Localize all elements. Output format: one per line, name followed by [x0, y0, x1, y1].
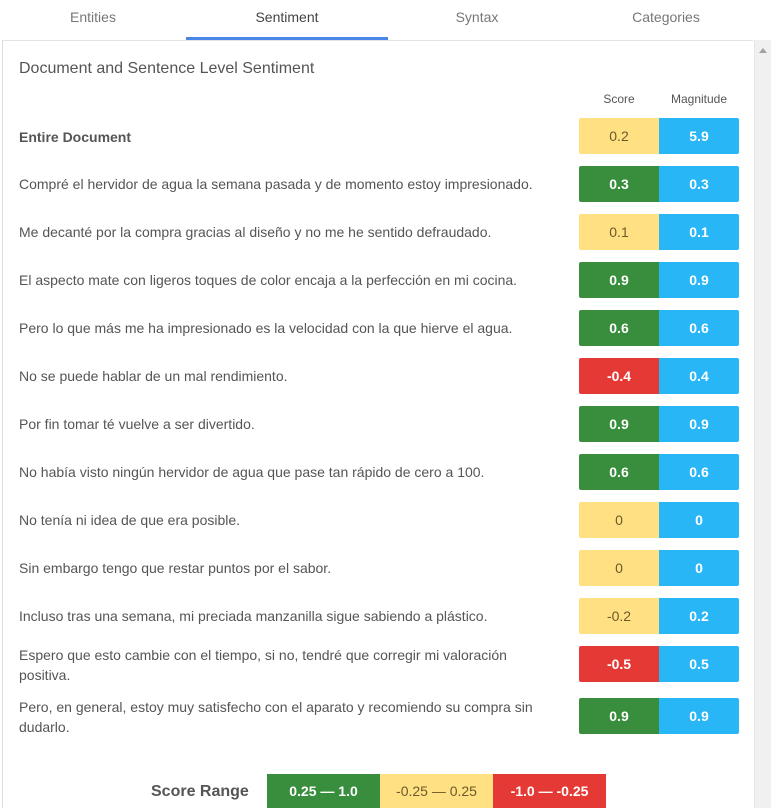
sentiment-panel: Document and Sentence Level Sentiment Sc…: [2, 40, 753, 808]
sentence-magnitude: 0: [659, 502, 739, 538]
sentence-magnitude: 0.9: [659, 262, 739, 298]
sentence-text: Incluso tras una semana, mi preciada man…: [19, 608, 488, 624]
tab-sentiment[interactable]: Sentiment: [186, 0, 388, 40]
sentence-values: 0.6 0.6: [579, 454, 739, 490]
sentence-values: 0.9 0.9: [579, 406, 739, 442]
sentence-magnitude: 0.9: [659, 406, 739, 442]
panel-title: Document and Sentence Level Sentiment: [19, 60, 315, 77]
legend-neutral: -0.25 — 0.25: [380, 774, 493, 808]
sentence-score: 0.1: [579, 214, 659, 250]
sentence-values: 0.1 0.1: [579, 214, 739, 250]
sentence-score: 0.9: [579, 262, 659, 298]
document-label: Entire Document: [19, 129, 132, 145]
sentence-text: No tenía ni idea de que era posible.: [19, 512, 241, 528]
vertical-scrollbar[interactable]: [754, 40, 771, 808]
sentence-text: Me decanté por la compra gracias al dise…: [19, 224, 492, 240]
sentence-text: Pero lo que más me ha impresionado es la…: [19, 320, 513, 336]
tab-syntax[interactable]: Syntax: [388, 0, 566, 40]
sentence-values: 0.9 0.9: [579, 262, 739, 298]
sentence-magnitude: 0.9: [659, 698, 739, 734]
sentence-magnitude: 0.6: [659, 454, 739, 490]
score-column-header: Score: [603, 92, 635, 106]
sentence-values: 0.3 0.3: [579, 166, 739, 202]
sentence-values: 0.6 0.6: [579, 310, 739, 346]
sentence-magnitude: 0.6: [659, 310, 739, 346]
sentence-score: 0.9: [579, 698, 659, 734]
sentence-text: No había visto ningún hervidor de agua q…: [19, 464, 485, 480]
score-range-legend: Score Range 0.25 — 1.0 -0.25 — 0.25 -1.0…: [3, 773, 753, 808]
sentence-values: -0.5 0.5: [579, 646, 739, 682]
sentence-values: 00: [579, 502, 739, 538]
tab-entities[interactable]: Entities: [0, 0, 186, 40]
sentence-score: 0: [579, 502, 659, 538]
scroll-up-arrow-icon[interactable]: [759, 48, 767, 53]
document-values: 0.2 5.9: [579, 118, 739, 154]
sentence-magnitude: 0: [659, 550, 739, 586]
sentence-magnitude: 0.1: [659, 214, 739, 250]
score-range-label: Score Range: [151, 783, 249, 800]
sentence-score: 0.3: [579, 166, 659, 202]
sentence-score: 0.6: [579, 454, 659, 490]
sentence-magnitude: 0.5: [659, 646, 739, 682]
sentence-score: -0.2: [579, 598, 659, 634]
sentence-text: No se puede hablar de un mal rendimiento…: [19, 368, 288, 384]
sentence-text: Espero que esto cambie con el tiempo, si…: [19, 647, 507, 683]
sentence-score: 0: [579, 550, 659, 586]
sentence-score: -0.4: [579, 358, 659, 394]
sentence-score: -0.5: [579, 646, 659, 682]
sentence-magnitude: 0.3: [659, 166, 739, 202]
legend-negative: -1.0 — -0.25: [493, 774, 606, 808]
sentence-values: -0.2 0.2: [579, 598, 739, 634]
document-score: 0.2: [579, 118, 659, 154]
legend-positive: 0.25 — 1.0: [267, 774, 380, 808]
tab-categories[interactable]: Categories: [566, 0, 766, 40]
sentence-text: Compré el hervidor de agua la semana pas…: [19, 176, 533, 192]
sentence-text: Por fin tomar té vuelve a ser divertido.: [19, 416, 255, 432]
sentence-text: Sin embargo tengo que restar puntos por …: [19, 560, 332, 576]
magnitude-column-header: Magnitude: [670, 92, 728, 106]
tab-bar: Entities Sentiment Syntax Categories: [0, 0, 781, 40]
sentence-values: -0.4 0.4: [579, 358, 739, 394]
sentence-text: El aspecto mate con ligeros toques de co…: [19, 272, 518, 288]
document-magnitude: 5.9: [659, 118, 739, 154]
sentence-score: 0.6: [579, 310, 659, 346]
sentence-magnitude: 0.2: [659, 598, 739, 634]
sentence-score: 0.9: [579, 406, 659, 442]
sentence-magnitude: 0.4: [659, 358, 739, 394]
sentence-values: 0.9 0.9: [579, 698, 739, 734]
sentence-values: 00: [579, 550, 739, 586]
sentence-text: Pero, en general, estoy muy satisfecho c…: [19, 699, 533, 735]
